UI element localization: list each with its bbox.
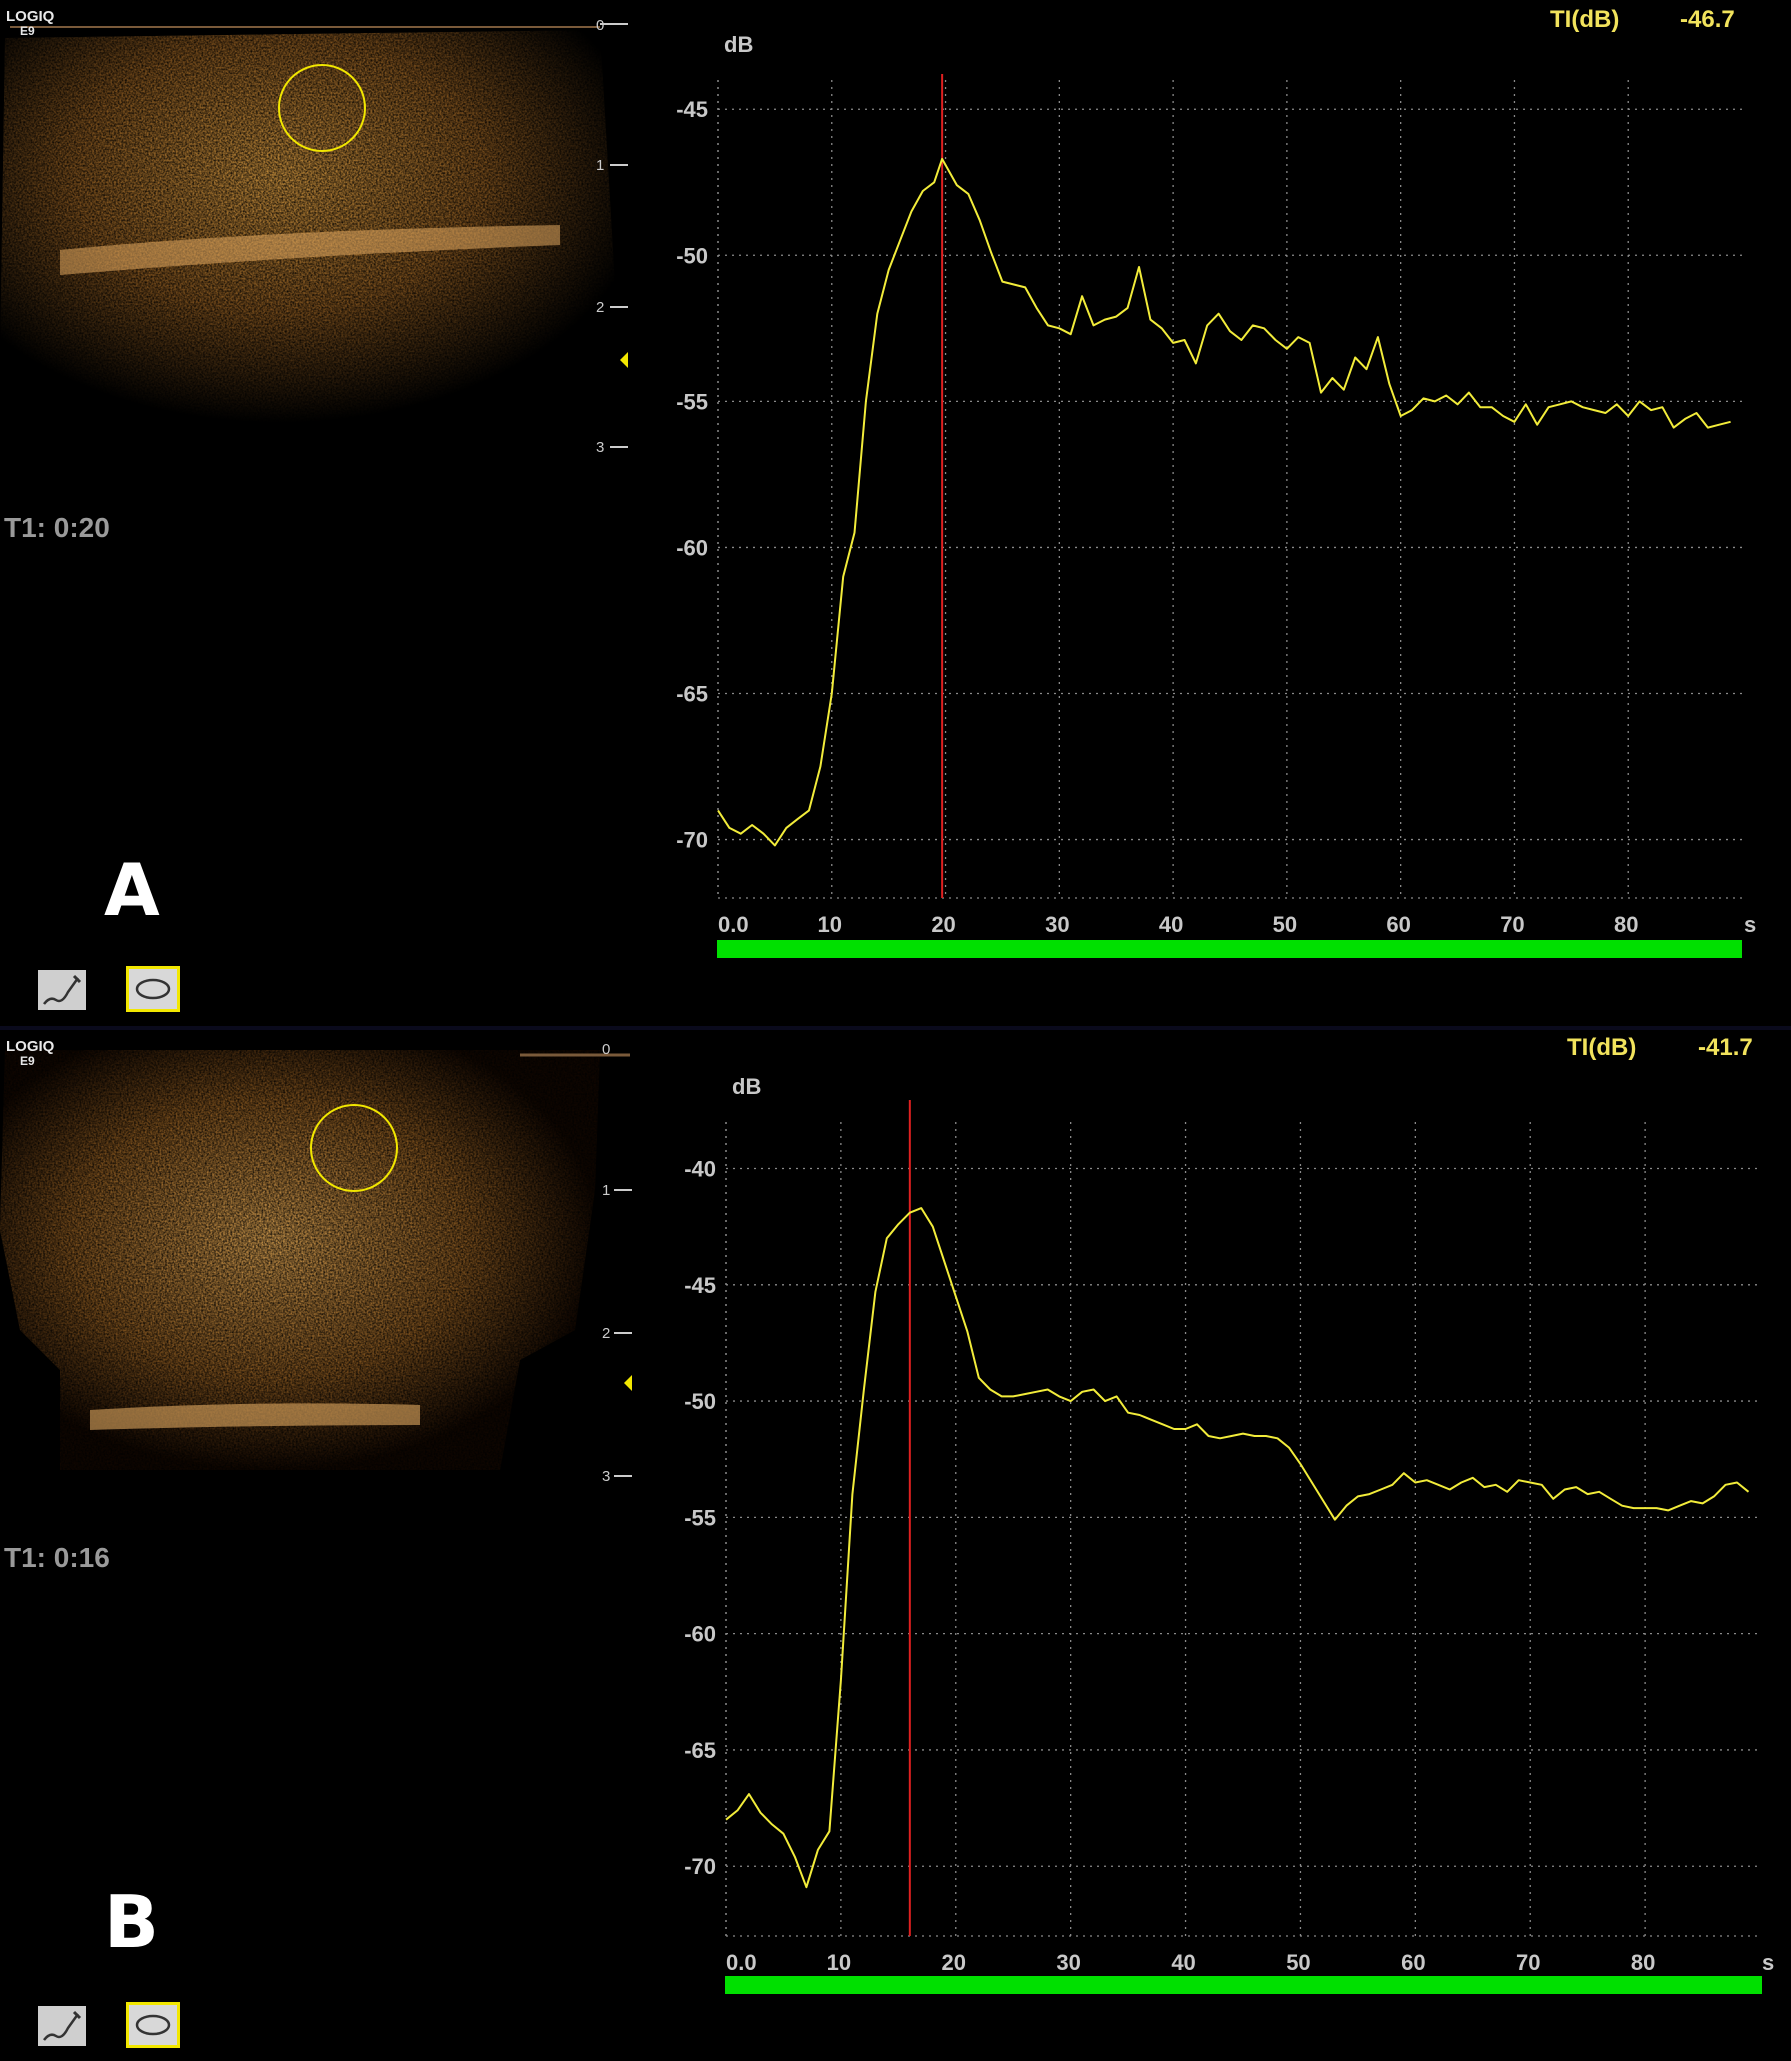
time-progress-bar [717,940,1742,958]
x-tick-label: 40 [1171,1950,1195,1975]
panel-letter: A [104,848,160,932]
brand-logo: LOGIQ E9 [6,8,55,38]
x-tick-label: 80 [1631,1950,1655,1975]
depth-tick-label: 3 [602,1468,610,1485]
y-tick-label: -65 [684,1738,716,1763]
depth-tick-label: 1 [596,157,604,174]
x-tick-label: 40 [1159,912,1183,937]
x-tick-label: 30 [1056,1950,1080,1975]
panel-a: 0 1 2 3 LOGIQ E9 T1: 0:20 A TI(dB) -46.7 … [0,0,1791,1030]
y-tick-label: -70 [684,1854,716,1879]
tic-curve-line [717,157,1731,847]
y-tick-label: -50 [676,243,708,268]
ellipse-roi-tool-icon[interactable] [126,2002,180,2048]
time-progress-bar [725,1976,1762,1994]
y-tick-label: -45 [676,97,708,122]
x-tick-label: 70 [1500,912,1524,937]
y-axis-label: dB [732,1074,761,1099]
depth-tick-label: 0 [602,1041,610,1058]
y-tick-label: -55 [684,1505,716,1530]
tic-chart: -40 -45 -50 -55 -60 -65 -70 0.0 10 20 30 40 50 60 70 80… [684,1074,1774,1975]
y-tick-label: -65 [676,682,708,707]
focus-marker-icon[interactable] [624,1375,632,1391]
roi-overlay: 0 1 2 3 [10,17,628,456]
y-tick-label: -45 [684,1273,716,1298]
brand-logo: LOGIQ E9 [6,1038,55,1068]
x-tick-label: 70 [1516,1950,1540,1975]
y-tick-label: -60 [676,535,708,560]
depth-tick-label: 2 [602,1325,610,1342]
roi-overlay: 0 1 2 3 [310,1041,632,1485]
panel-letter: B [104,1880,159,1964]
depth-tick-label: 2 [596,299,604,316]
y-tick-label: -55 [676,389,708,414]
x-tick-label: 80 [1614,912,1638,937]
x-axis-unit: s [1744,912,1756,937]
x-tick-label: 10 [827,1950,851,1975]
x-tick-label: 50 [1286,1950,1310,1975]
x-tick-label: 30 [1045,912,1069,937]
depth-tick-label: 1 [602,1182,610,1199]
x-axis-unit: s [1762,1950,1774,1975]
roi-circle[interactable] [310,1104,398,1192]
depth-tick-label: 3 [596,439,604,456]
x-tick-label: 0.0 [726,1950,757,1975]
y-tick-label: -40 [684,1157,716,1182]
depth-tick-label: 0 [596,17,604,34]
x-tick-label: 20 [942,1950,966,1975]
trace-tool-icon[interactable] [38,2006,86,2046]
y-tick-label: -60 [684,1622,716,1647]
trace-tool-icon[interactable] [38,970,86,1010]
x-tick-label: 20 [931,912,955,937]
y-tick-label: -50 [684,1389,716,1414]
tic-chart: -45 -50 -55 -60 -65 -70 0.0 10 20 30 40 50 60 70 80 dB s [676,32,1756,937]
x-tick-label: 0.0 [718,912,749,937]
x-tick-label: 50 [1273,912,1297,937]
y-tick-label: -70 [676,828,708,853]
x-tick-label: 10 [818,912,842,937]
tic-curve-line [725,1207,1750,1889]
y-axis-label: dB [724,32,753,57]
x-tick-label: 60 [1401,1950,1425,1975]
ellipse-roi-tool-icon[interactable] [126,966,180,1012]
timer-readout: T1: 0:16 [4,1542,110,1573]
x-tick-label: 60 [1386,912,1410,937]
roi-circle[interactable] [278,64,366,152]
focus-marker-icon[interactable] [620,352,628,368]
panel-b: 0 1 2 3 LOGIQ E9 T1: 0:16 B TI(dB) -41.7 … [0,1030,1791,2060]
timer-readout: T1: 0:20 [4,512,110,543]
